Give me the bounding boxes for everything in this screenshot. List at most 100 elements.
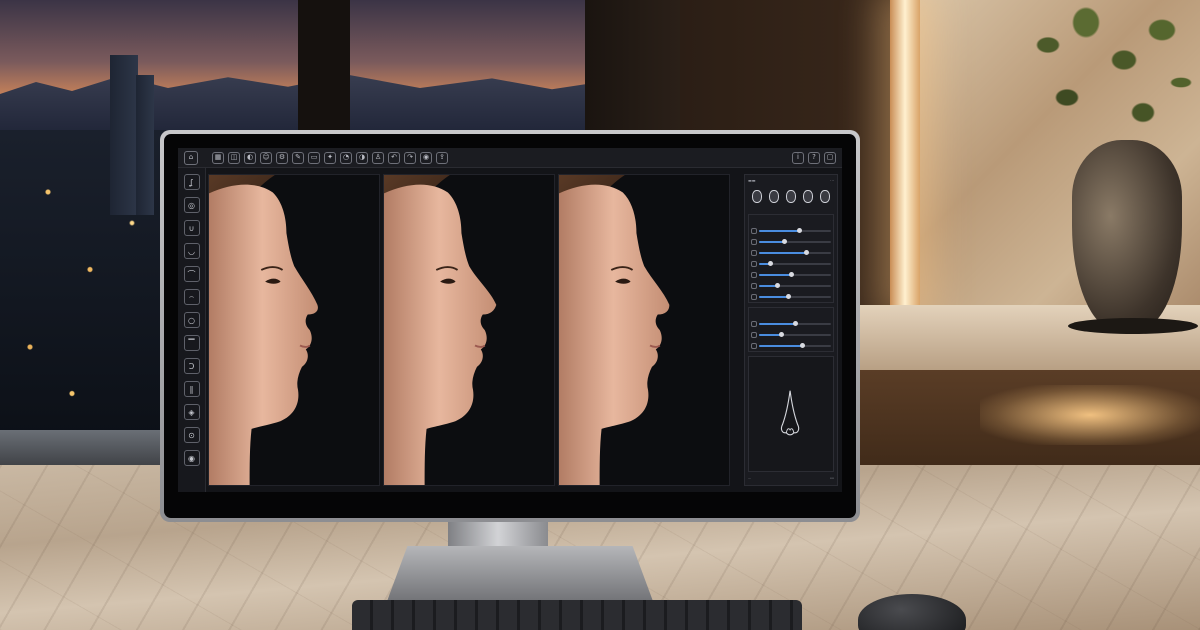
slider-feature-icon: [751, 271, 757, 278]
share-icon[interactable]: ⇪: [436, 151, 448, 164]
forehead-icon[interactable]: ▔: [183, 335, 200, 351]
skin-icon[interactable]: ◈: [183, 404, 200, 420]
group-title-bar: [751, 310, 831, 316]
plant-leaves: [1010, 0, 1200, 150]
ruler-icon[interactable]: ▭: [308, 151, 320, 164]
preset-face-thumb: [769, 190, 779, 203]
face-preset-icon[interactable]: [801, 190, 815, 208]
redo-icon[interactable]: ↷: [404, 151, 416, 164]
face-preset-icon[interactable]: [750, 190, 764, 208]
ear-icon[interactable]: Ↄ: [183, 358, 200, 374]
slider-fill: [759, 333, 781, 336]
slider-row: [751, 320, 831, 327]
slider-row: [751, 238, 831, 245]
slider-feature-icon: [751, 342, 757, 349]
adjustment-slider[interactable]: [759, 293, 831, 299]
face-preset-icon[interactable]: [767, 190, 781, 208]
window-frame: [585, 0, 690, 140]
nose-outline-icon: [780, 390, 800, 436]
slider-handle[interactable]: [789, 271, 795, 277]
brow-icon[interactable]: ⌢: [183, 289, 200, 305]
user-icon[interactable]: ♙: [372, 151, 384, 164]
slider-handle[interactable]: [782, 238, 788, 244]
help-icon[interactable]: ?: [808, 151, 820, 164]
adjustment-slider[interactable]: [759, 271, 831, 277]
slider-handle[interactable]: [775, 282, 780, 288]
slider-fill: [759, 273, 792, 276]
cheek-icon[interactable]: ○: [183, 312, 200, 328]
info-icon[interactable]: i: [792, 151, 804, 164]
chin-icon[interactable]: ∪: [183, 220, 200, 236]
window-sill: [0, 430, 180, 470]
wand-icon[interactable]: ✦: [324, 151, 336, 164]
slider-group-primary: [748, 214, 834, 303]
before-view[interactable]: [208, 174, 380, 486]
slider-fill: [759, 240, 785, 243]
adjustment-slider[interactable]: [759, 238, 831, 244]
slider-handle[interactable]: [793, 320, 798, 326]
pin-icon[interactable]: ⊙: [183, 427, 200, 443]
toolbar-right: i? ▢: [792, 151, 842, 164]
adjustment-slider[interactable]: [759, 227, 831, 233]
slider-row: [751, 331, 831, 338]
adjustment-slider[interactable]: [759, 249, 831, 255]
monitor: ⌂ ▦ ◫ ◐ ☺ ⚙ ✎ ▭ ✦ ◔ ◑ ♙ ↶ ↷ ◉ ⇪ i? ▢ ʆ ◎ ∪ ◡ ⌒ ⌢ ○ ▔ Ↄ ∥ ◈ ⊙ ◉: [160, 130, 860, 522]
adjustment-slider[interactable]: [759, 260, 831, 266]
slider-feature-icon: [751, 320, 757, 327]
slider-row: [751, 293, 831, 300]
adjustment-slider[interactable]: [759, 282, 831, 288]
face-preset-icon[interactable]: [818, 190, 832, 208]
pen-icon[interactable]: ✎: [292, 151, 304, 164]
compare-icon[interactable]: ◑: [356, 151, 368, 164]
panel-menu-icon[interactable]: ⋯: [830, 178, 834, 184]
slider-row: [751, 249, 831, 256]
adjustment-slider[interactable]: [759, 331, 831, 337]
vase-base: [1068, 318, 1198, 334]
preset-face-thumb: [786, 190, 796, 203]
nose-icon[interactable]: ʆ: [183, 174, 200, 190]
camera-icon[interactable]: ◉: [420, 151, 432, 164]
simulation-view[interactable]: [383, 174, 555, 486]
face-icon[interactable]: ☺: [260, 151, 272, 164]
camera-icon[interactable]: ◉: [183, 450, 200, 466]
slider-handle[interactable]: [778, 331, 784, 337]
adjustment-slider[interactable]: [759, 342, 831, 348]
grid-icon[interactable]: ▦: [212, 151, 224, 164]
photo-scene: ⌂ ▦ ◫ ◐ ☺ ⚙ ✎ ▭ ✦ ◔ ◑ ♙ ↶ ↷ ◉ ⇪ i? ▢ ʆ ◎ ∪ ◡ ⌒ ⌢ ○ ▔ Ↄ ∥ ◈ ⊙ ◉: [0, 0, 1200, 630]
lip-icon[interactable]: ◡: [183, 243, 200, 259]
mirror-icon[interactable]: ◐: [244, 151, 256, 164]
slider-handle[interactable]: [767, 260, 773, 266]
neck-icon[interactable]: ∥: [183, 381, 200, 397]
preset-face-thumb: [803, 190, 813, 203]
slider-feature-icon: [751, 249, 757, 256]
slider-handle[interactable]: [800, 342, 806, 348]
slider-handle[interactable]: [796, 227, 802, 233]
slider-row: [751, 282, 831, 289]
panel-title-bar: ▬▬: [748, 178, 756, 183]
after-view[interactable]: [558, 174, 730, 486]
window-icon[interactable]: ▢: [824, 151, 836, 164]
preset-face-thumb: [820, 190, 830, 203]
layers-icon[interactable]: ◫: [228, 151, 240, 164]
panel-header: ▬▬ ⋯: [748, 178, 834, 184]
slider-row: [751, 342, 831, 349]
slider-fill: [759, 251, 806, 254]
profile-icon[interactable]: ◔: [340, 151, 352, 164]
slider-group-secondary: [748, 307, 834, 352]
skyscraper: [110, 55, 138, 215]
slider-row: [751, 271, 831, 278]
adjustment-slider[interactable]: [759, 320, 831, 326]
footer-slider-icon[interactable]: —: [748, 476, 751, 482]
footer-icons[interactable]: ▫▫: [830, 476, 834, 482]
undo-icon[interactable]: ↶: [388, 151, 400, 164]
face-preset-icon[interactable]: [784, 190, 798, 208]
eye-icon[interactable]: ◎: [183, 197, 200, 213]
jaw-icon[interactable]: ⌒: [183, 266, 200, 282]
face-profile: [384, 175, 497, 485]
settings-icon[interactable]: ⚙: [276, 151, 288, 164]
app-screen: ⌂ ▦ ◫ ◐ ☺ ⚙ ✎ ▭ ✦ ◔ ◑ ♙ ↶ ↷ ◉ ⇪ i? ▢ ʆ ◎ ∪ ◡ ⌒ ⌢ ○ ▔ Ↄ ∥ ◈ ⊙ ◉: [178, 148, 842, 492]
slider-handle[interactable]: [785, 293, 791, 299]
window-frame: [298, 0, 350, 140]
slider-handle[interactable]: [803, 249, 809, 255]
home-icon[interactable]: ⌂: [184, 150, 198, 165]
